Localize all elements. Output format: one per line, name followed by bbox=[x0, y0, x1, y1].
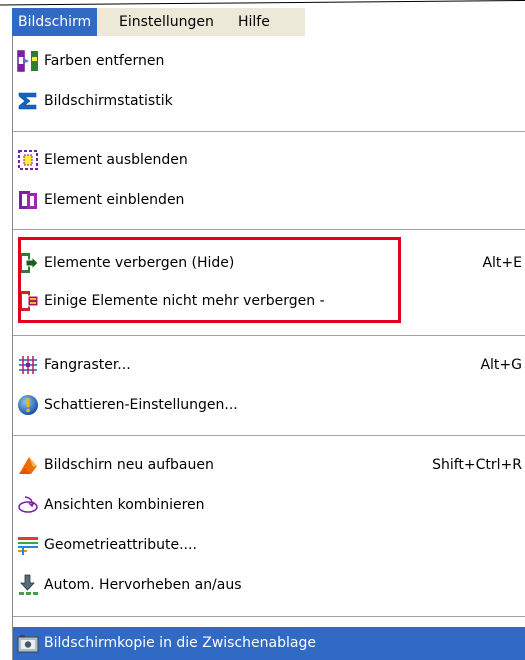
menu-item-label: Farben entfernen bbox=[44, 53, 165, 69]
menu-einstellungen[interactable]: Einstellungen bbox=[113, 8, 220, 36]
menu-item-shortcut: Alt+G bbox=[480, 357, 522, 373]
menu-item-label: Bildschirmkopie in die Zwischenablage bbox=[44, 635, 316, 651]
menu-item-label: Element einblenden bbox=[44, 192, 185, 208]
menu-bildschirm[interactable]: Bildschirm bbox=[12, 8, 98, 36]
menu-item-label: Bildschirn neu aufbauen bbox=[44, 457, 214, 473]
menu-item-shortcut: Shift+Ctrl+R bbox=[432, 457, 522, 473]
screen-copy-icon bbox=[17, 633, 39, 655]
sigma-icon bbox=[17, 90, 39, 112]
show-element-icon bbox=[17, 189, 39, 211]
menu-separator bbox=[13, 131, 525, 132]
menu-hilfe[interactable]: Hilfe bbox=[232, 8, 276, 36]
menu-item-fangraster[interactable]: Fangraster... Alt+G bbox=[13, 345, 525, 385]
menu-separator bbox=[13, 435, 525, 436]
menu-separator bbox=[13, 335, 525, 336]
menu-item-autom-hervorheben[interactable]: Autom. Hervorheben an/aus bbox=[13, 565, 525, 605]
shading-icon bbox=[17, 394, 39, 416]
menu-item-farben-entfernen[interactable]: Farben entfernen bbox=[13, 41, 525, 81]
menu-separator bbox=[13, 616, 525, 617]
menu-item-schattieren-einstellungen[interactable]: Schattieren-Einstellungen... bbox=[13, 385, 525, 425]
window-edge-line bbox=[0, 0, 525, 6]
menu-item-label: Fangraster... bbox=[44, 357, 131, 373]
snap-grid-icon bbox=[17, 354, 39, 376]
menu-item-label: Geometrieattribute.... bbox=[44, 537, 197, 553]
menu-item-label: Autom. Hervorheben an/aus bbox=[44, 577, 242, 593]
redraw-icon bbox=[17, 454, 39, 476]
menu-item-geometrieattribute[interactable]: Geometrieattribute.... bbox=[13, 525, 525, 565]
auto-highlight-icon bbox=[17, 574, 39, 596]
menu-separator bbox=[13, 229, 525, 230]
color-split-icon bbox=[17, 50, 39, 72]
menu-item-element-einblenden[interactable]: Element einblenden bbox=[13, 180, 525, 220]
dropdown-menu: Farben entfernen Bildschirmstatistik Ele… bbox=[12, 36, 525, 660]
combine-views-icon bbox=[17, 494, 39, 516]
menu-item-bildschirmkopie[interactable]: Bildschirmkopie in die Zwischenablage bbox=[13, 627, 525, 660]
annotation-highlight-box bbox=[18, 237, 401, 323]
menu-item-label: Bildschirmstatistik bbox=[44, 93, 173, 109]
menu-item-label: Ansichten kombinieren bbox=[44, 497, 205, 513]
menu-bar: Bildschirm Einstellungen Hilfe bbox=[12, 8, 305, 37]
geometry-attributes-icon bbox=[17, 534, 39, 556]
menu-item-label: Schattieren-Einstellungen... bbox=[44, 397, 238, 413]
menu-item-bildschirmstatistik[interactable]: Bildschirmstatistik bbox=[13, 81, 525, 121]
menu-item-ansichten-kombinieren[interactable]: Ansichten kombinieren bbox=[13, 485, 525, 525]
menu-item-label: Element ausblenden bbox=[44, 152, 188, 168]
hide-element-icon bbox=[17, 149, 39, 171]
menu-item-bildschirm-neu-aufbauen[interactable]: Bildschirn neu aufbauen Shift+Ctrl+R bbox=[13, 445, 525, 485]
menu-item-shortcut: Alt+E bbox=[482, 255, 522, 271]
menu-item-element-ausblenden[interactable]: Element ausblenden bbox=[13, 140, 525, 180]
